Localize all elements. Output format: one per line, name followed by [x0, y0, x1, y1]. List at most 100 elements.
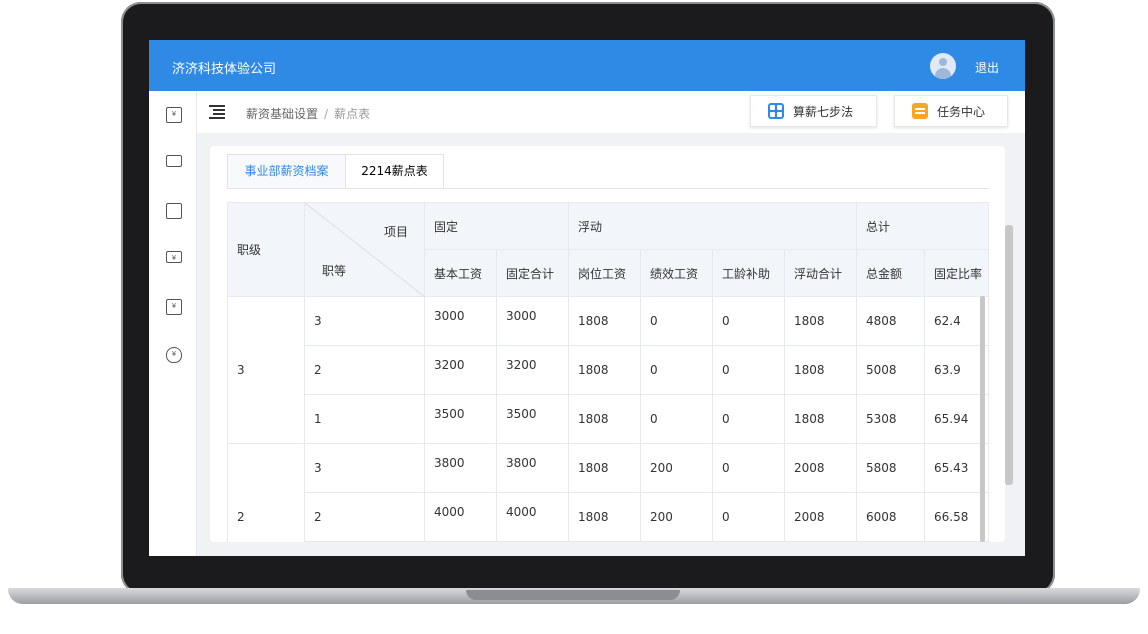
cell-value: 0: [640, 296, 713, 346]
header-post-salary: 岗位工资: [568, 249, 641, 297]
header-group-floating: 浮动: [568, 202, 857, 250]
breadcrumb-item-current: 薪点表: [334, 107, 371, 121]
grid-icon: [768, 103, 784, 119]
cell-value: 1808: [568, 296, 641, 346]
cell-value: 0: [712, 394, 785, 444]
header-floating-total: 浮动合计: [784, 249, 857, 297]
table-row: 3 3 3000 3000 1808 0 0 1808 4808 62.4: [227, 296, 989, 444]
cell-grade: 3: [304, 443, 425, 493]
cell-value: 2008: [784, 443, 857, 493]
header-total-amount: 总金额: [856, 249, 925, 297]
cell-value: 3000: [496, 296, 569, 346]
table-row: [228, 541, 989, 542]
cell-level: 2: [227, 443, 305, 542]
avatar-body: [935, 68, 951, 79]
cell-value: [784, 541, 857, 542]
task-center-label: 任务中心: [937, 104, 986, 119]
task-center-button[interactable]: 任务中心: [894, 95, 1008, 127]
cell-value: [856, 541, 925, 542]
cell-value: 0: [712, 443, 785, 493]
cell-value: 1808: [568, 345, 641, 395]
calc-steps-button[interactable]: 算薪七步法: [750, 95, 877, 127]
cell-value: 4000: [496, 492, 569, 542]
shield-yen-icon[interactable]: ¥: [166, 347, 182, 363]
cell-value: 2008: [784, 492, 857, 542]
cell-value: 62.4: [924, 296, 989, 346]
table-scrollbar[interactable]: [980, 296, 985, 542]
cell-value: 3500: [496, 394, 569, 444]
cell-value: 1808: [784, 345, 857, 395]
cell-value: 0: [712, 345, 785, 395]
table-row: 2 3 3800 3800 1808 200 0 2008 5808 65.43: [227, 443, 989, 542]
breadcrumb: 薪资基础设置 / 薪点表: [246, 105, 370, 122]
document-search-icon[interactable]: [166, 203, 182, 219]
cell-value: 4000: [424, 492, 497, 542]
content-panel: 事业部薪资档案 2214薪点表 职级 项目 职等 固定 浮动 总计 基本工资 固…: [210, 146, 1005, 542]
salary-point-table: 职级 项目 职等 固定 浮动 总计 基本工资 固定合计 岗位工资 绩效工资 工龄…: [227, 202, 989, 542]
cell-value: 0: [712, 492, 785, 542]
app-screen: 济济科技体验公司 退出 ¥ ¥ ¥ ¥ 薪资基础设置 / 薪点表 算薪七步法 任…: [149, 40, 1025, 556]
cell-grade: 3: [304, 296, 425, 346]
page-scrollbar[interactable]: [1005, 225, 1013, 485]
user-avatar[interactable]: [930, 53, 956, 79]
header-corner: 项目 职等: [304, 202, 425, 297]
cell-value: 63.9: [924, 345, 989, 395]
cell-value: 4808: [856, 296, 925, 346]
header-level: 职级: [227, 202, 305, 297]
sidebar: ¥ ¥ ¥ ¥: [149, 91, 197, 556]
cell-grade: 2: [304, 492, 425, 542]
monitor-chart-icon[interactable]: [166, 155, 182, 167]
calc-steps-label: 算薪七步法: [793, 104, 854, 119]
cell-value: 1808: [568, 492, 641, 542]
cell-value: 3800: [496, 443, 569, 493]
header-fixed-total: 固定合计: [496, 249, 569, 297]
receipt-yen-icon[interactable]: ¥: [166, 299, 182, 315]
cell-level: 3: [227, 296, 305, 444]
cell-value: 6008: [856, 492, 925, 542]
header-corner-item: 项目: [383, 225, 408, 239]
table-row: 2 4000 4000 1808 200 0 2008 6008 66.58: [228, 492, 989, 542]
breadcrumb-separator: /: [324, 107, 329, 121]
tab-underline: [227, 188, 988, 189]
tab-department-archive[interactable]: 事业部薪资档案: [227, 154, 346, 188]
cell-grade: 2: [304, 345, 425, 395]
cell-grade: 1: [304, 394, 425, 444]
logout-button[interactable]: 退出: [975, 59, 999, 76]
menu-toggle-icon[interactable]: [209, 105, 225, 119]
cell-value: [424, 541, 497, 542]
cell-value: 3500: [424, 394, 497, 444]
calendar-yen-icon[interactable]: ¥: [166, 107, 182, 123]
table-row: 1 3500 3500 1808 0 0 1808 5308 65.94: [228, 394, 989, 444]
cell-grade: [304, 541, 425, 542]
cell-value: [640, 541, 713, 542]
avatar-head: [939, 58, 947, 66]
cell-value: 1808: [568, 443, 641, 493]
tab-salary-points[interactable]: 2214薪点表: [345, 154, 444, 188]
cell-value: 200: [640, 492, 713, 542]
cell-value: 65.94: [924, 394, 989, 444]
header-base-salary: 基本工资: [424, 249, 497, 297]
cell-value: 3000: [424, 296, 497, 346]
cell-value: [568, 541, 641, 542]
cell-value: 5008: [856, 345, 925, 395]
table-row: 2 3200 3200 1808 0 0 1808 5008 63.9: [228, 345, 989, 395]
ticket-yen-icon[interactable]: ¥: [166, 251, 182, 263]
cell-value: 0: [640, 394, 713, 444]
cell-value: 3800: [424, 443, 497, 493]
cell-value: 3200: [496, 345, 569, 395]
laptop-notch: [466, 590, 680, 600]
cell-value: 200: [640, 443, 713, 493]
cell-value: 1808: [784, 296, 857, 346]
header-corner-grade: 职等: [322, 264, 347, 278]
cell-value: 1808: [568, 394, 641, 444]
task-list-icon: [912, 103, 928, 119]
top-bar: 济济科技体验公司 退出: [149, 40, 1025, 91]
header-fixed-ratio: 固定比率: [924, 249, 989, 297]
cell-value: 5308: [856, 394, 925, 444]
cell-value: 3200: [424, 345, 497, 395]
header-performance-salary: 绩效工资: [640, 249, 713, 297]
breadcrumb-item-settings[interactable]: 薪资基础设置: [246, 107, 318, 121]
cell-value: [712, 541, 785, 542]
corner-diagonal: [305, 203, 425, 297]
cell-value: 65.43: [924, 443, 989, 493]
